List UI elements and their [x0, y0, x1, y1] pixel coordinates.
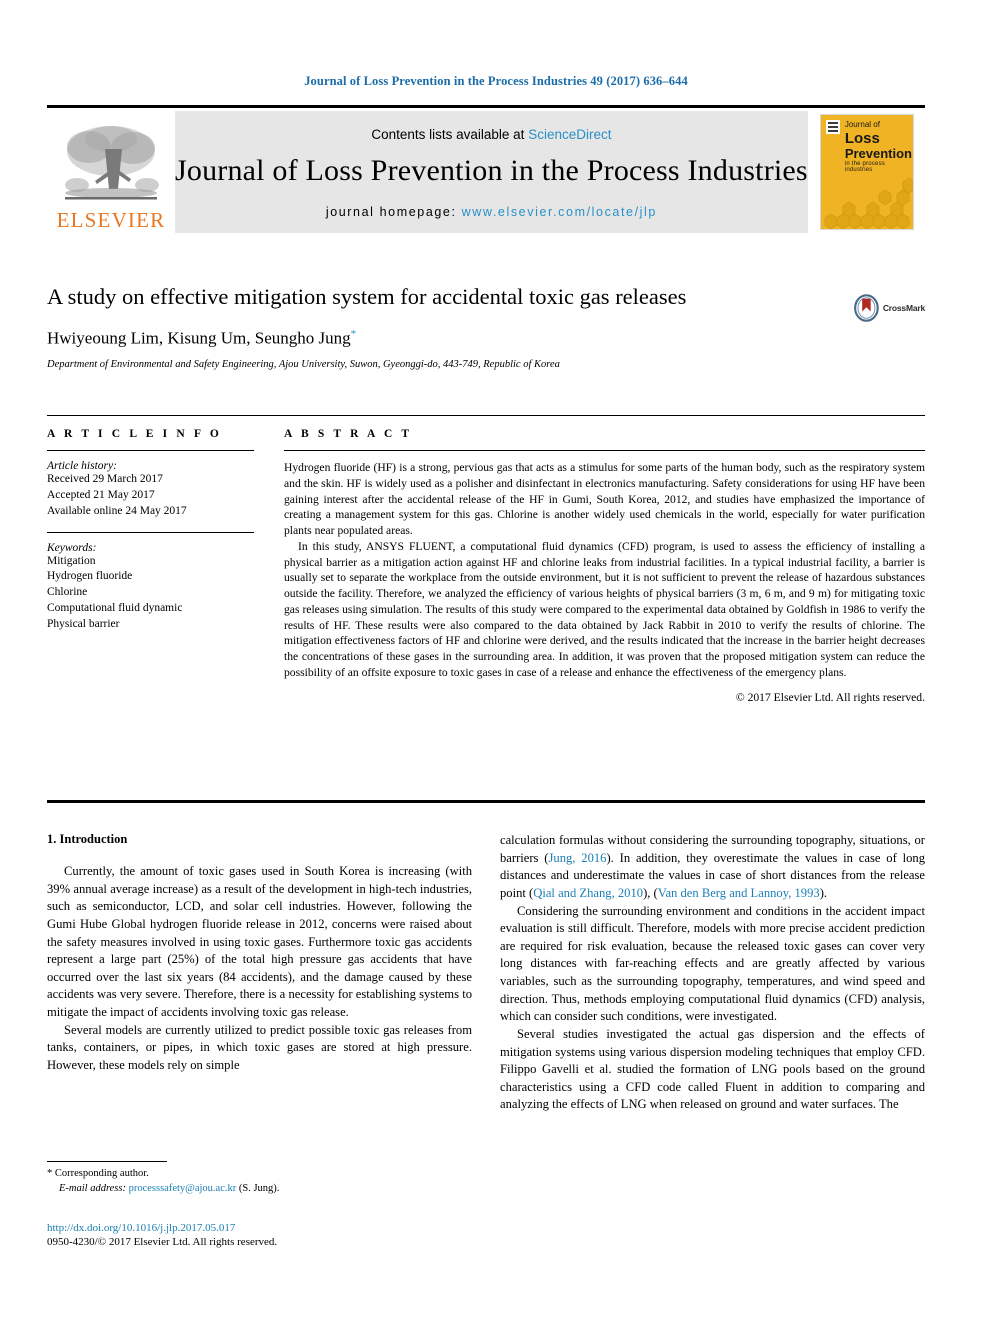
author-list: Hwiyeoung Lim, Kisung Um, Seungho Jung* [47, 328, 925, 349]
journal-cover-thumbnail: Journal of Loss Prevention in the proces… [807, 111, 926, 233]
citation-link[interactable]: Van den Berg and Lannoy, 1993 [658, 886, 820, 900]
footer-block: http://dx.doi.org/10.1016/j.jlp.2017.05.… [47, 1222, 547, 1248]
abstract-copyright: © 2017 Elsevier Ltd. All rights reserved… [735, 690, 925, 704]
abstract-body: Hydrogen fluoride (HF) is a strong, perv… [284, 460, 925, 705]
article-history-label: Article history: [47, 460, 117, 472]
corresponding-author-note: * Corresponding author. [47, 1168, 149, 1179]
keyword-item: Mitigation [47, 554, 96, 567]
page-title: A study on effective mitigation system f… [47, 284, 687, 309]
info-abstract-section: A R T I C L E I N F O Article history: R… [47, 415, 925, 705]
section-heading-introduction: 1. Introduction [47, 832, 128, 846]
body-paragraph: Several models are currently utilized to… [47, 1022, 472, 1072]
paper-page: Journal of Loss Prevention in the Proces… [0, 0, 992, 1323]
body-text-fragment: ), ( [643, 885, 658, 900]
footnote-rule [47, 1161, 167, 1162]
running-head: Journal of Loss Prevention in the Proces… [304, 74, 688, 88]
body-columns: 1. Introduction Currently, the amount of… [47, 832, 925, 1114]
cover-line-loss: Loss [844, 130, 880, 147]
contents-prefix: Contents lists available at [371, 127, 525, 142]
citation-link[interactable]: Jung, 2016 [549, 851, 607, 865]
keyword-item: Physical barrier [47, 618, 120, 631]
body-right-text: calculation formulas without considering… [500, 832, 925, 1114]
body-paragraph: Several studies investigated the actual … [500, 1026, 925, 1112]
journal-masthead: ELSEVIER Contents lists available at Sci… [47, 105, 926, 233]
elsevier-logo: ELSEVIER [47, 111, 175, 233]
affiliation: Department of Environmental and Safety E… [47, 358, 560, 370]
journal-homepage-line: journal homepage: www.elsevier.com/locat… [326, 205, 657, 219]
keywords-label: Keywords: [47, 541, 97, 554]
article-history-received: Received 29 March 2017 [47, 473, 163, 485]
email-link[interactable]: processsafety@ajou.ac.kr [129, 1183, 237, 1194]
crossmark-icon [854, 294, 879, 322]
abstract-paragraph: In this study, ANSYS FLUENT, a computati… [284, 539, 925, 679]
crossmark-badge[interactable]: CrossMark [853, 287, 925, 329]
section-divider-rule [47, 800, 925, 803]
email-note: E-mail address: processsafety@ajou.ac.kr… [47, 1182, 472, 1197]
article-info-heading: A R T I C L E I N F O [47, 428, 222, 440]
doi-link[interactable]: http://dx.doi.org/10.1016/j.jlp.2017.05.… [47, 1222, 547, 1234]
keyword-item: Computational fluid dynamic [47, 602, 183, 615]
body-right-column: calculation formulas without considering… [500, 832, 925, 1114]
abstract-paragraph: Hydrogen fluoride (HF) is a strong, perv… [284, 461, 925, 538]
body-left-text: Currently, the amount of toxic gases use… [47, 863, 472, 1075]
body-paragraph: Considering the surrounding environment … [500, 903, 925, 1024]
cover-line-prevention: Prevention [844, 146, 912, 161]
contents-available-line: Contents lists available at ScienceDirec… [371, 127, 611, 142]
elsevier-tree-icon [65, 126, 159, 200]
homepage-prefix: journal homepage: [325, 205, 457, 219]
keyword-item: Hydrogen fluoride [47, 570, 133, 583]
citation-link[interactable]: Qial and Zhang, 2010 [533, 886, 643, 900]
cover-elsevier-badge-icon [825, 120, 840, 134]
article-info-rule [47, 450, 254, 451]
masthead-center-band: Contents lists available at ScienceDirec… [175, 111, 808, 233]
keyword-item: Chlorine [47, 586, 88, 599]
cover-line-subtitle: in the process industries [844, 161, 885, 173]
body-paragraph: Currently, the amount of toxic gases use… [47, 864, 472, 1019]
article-history-accepted: Accepted 21 May 2017 [47, 488, 155, 501]
elsevier-wordmark: ELSEVIER [56, 208, 166, 232]
article-history-online: Available online 24 May 2017 [47, 504, 187, 517]
keywords-rule [47, 531, 254, 533]
body-text-fragment: ). [819, 885, 828, 900]
body-paragraph-with-citations: calculation formulas without considering… [500, 832, 925, 903]
abstract-heading: A B S T R A C T [284, 428, 413, 440]
journal-title: Journal of Loss Prevention in the Proces… [175, 154, 808, 187]
abstract-column: A B S T R A C T Hydrogen fluoride (HF) i… [284, 416, 925, 705]
email-suffix: (S. Jung). [238, 1182, 280, 1194]
sciencedirect-link[interactable]: ScienceDirect [528, 127, 611, 142]
cover-line-journal: Journal of [844, 120, 880, 129]
footnote-block: * Corresponding author. E-mail address: … [47, 1161, 472, 1197]
corresponding-author-marker: * [350, 328, 357, 341]
title-block: A study on effective mitigation system f… [47, 283, 925, 370]
cover-hexagon-pattern [824, 177, 913, 229]
crossmark-label: CrossMark [882, 303, 925, 313]
abstract-rule [284, 450, 925, 451]
body-left-column: 1. Introduction Currently, the amount of… [47, 832, 472, 1114]
article-info-column: A R T I C L E I N F O Article history: R… [47, 416, 284, 705]
email-label: E-mail address: [59, 1182, 126, 1194]
issn-copyright-line: 0950-4230/© 2017 Elsevier Ltd. All right… [47, 1236, 278, 1248]
homepage-url[interactable]: www.elsevier.com/locate/jlp [462, 205, 657, 219]
author-names: Hwiyeoung Lim, Kisung Um, Seungho Jung [47, 328, 351, 348]
